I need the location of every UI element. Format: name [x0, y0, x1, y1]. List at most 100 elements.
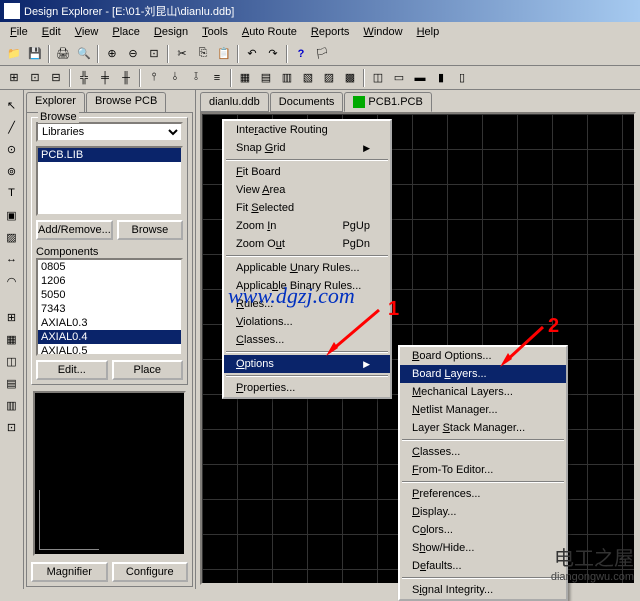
- menu-item[interactable]: From-To Editor...: [400, 461, 566, 479]
- menu-item[interactable]: Classes...: [224, 331, 390, 349]
- tab-pcb1[interactable]: PCB1.PCB: [344, 92, 431, 112]
- tool-icon[interactable]: ▯: [452, 68, 472, 88]
- menu-item[interactable]: Zoom OutPgDn: [224, 235, 390, 253]
- list-item[interactable]: 5050: [38, 288, 181, 302]
- copy-icon[interactable]: ⎘: [193, 44, 213, 64]
- cursor-icon[interactable]: ↖: [3, 96, 21, 114]
- menu-item[interactable]: Properties...: [224, 379, 390, 397]
- tool-icon[interactable]: ⊡: [25, 68, 45, 88]
- browse-button[interactable]: Browse: [117, 220, 183, 240]
- dim-icon[interactable]: ↔: [3, 250, 21, 268]
- tool-icon[interactable]: ▥: [277, 68, 297, 88]
- menu-item[interactable]: Show/Hide...: [400, 539, 566, 557]
- pad-icon[interactable]: ⊙: [3, 140, 21, 158]
- menu-item[interactable]: Fit Board: [224, 163, 390, 181]
- tool-icon[interactable]: ▭: [389, 68, 409, 88]
- menu-item[interactable]: Colors...: [400, 521, 566, 539]
- tab-documents[interactable]: Documents: [270, 92, 344, 112]
- menu-item[interactable]: Display...: [400, 503, 566, 521]
- tool-icon[interactable]: ⫯: [144, 68, 164, 88]
- menu-item[interactable]: Applicable Binary Rules...: [224, 277, 390, 295]
- menu-item[interactable]: Fit Selected: [224, 199, 390, 217]
- menu-auto-route[interactable]: Auto Route: [236, 24, 303, 40]
- menu-item[interactable]: Board Options...: [400, 347, 566, 365]
- menu-file[interactable]: File: [4, 24, 34, 40]
- help-icon[interactable]: ?: [291, 44, 311, 64]
- text-icon[interactable]: T: [3, 184, 21, 202]
- menu-item[interactable]: Rules...: [224, 295, 390, 313]
- edit-button[interactable]: Edit...: [36, 360, 108, 380]
- menu-help[interactable]: Help: [411, 24, 446, 40]
- preview-icon[interactable]: 🔍: [74, 44, 94, 64]
- menu-item[interactable]: Interactive Routing: [224, 121, 390, 139]
- menu-item[interactable]: Preferences...: [400, 485, 566, 503]
- tool-icon[interactable]: ╬: [74, 68, 94, 88]
- net-icon[interactable]: ◫: [3, 352, 21, 370]
- tool-icon[interactable]: ▮: [431, 68, 451, 88]
- menu-item[interactable]: View Area: [224, 181, 390, 199]
- fit-icon[interactable]: ⊡: [144, 44, 164, 64]
- menu-window[interactable]: Window: [357, 24, 408, 40]
- menu-item[interactable]: Violations...: [224, 313, 390, 331]
- rule-icon[interactable]: ▤: [3, 374, 21, 392]
- list-item[interactable]: 0805: [38, 260, 181, 274]
- undo-icon[interactable]: ↶: [242, 44, 262, 64]
- tab-explorer[interactable]: Explorer: [26, 92, 85, 112]
- add-remove-button[interactable]: Add/Remove...: [36, 220, 113, 240]
- magnifier-button[interactable]: Magnifier: [31, 562, 108, 582]
- save-icon[interactable]: 💾: [25, 44, 45, 64]
- tool-icon[interactable]: ▤: [256, 68, 276, 88]
- menu-reports[interactable]: Reports: [305, 24, 356, 40]
- tool-icon[interactable]: ⊞: [4, 68, 24, 88]
- menu-place[interactable]: Place: [106, 24, 146, 40]
- place-button[interactable]: Place: [112, 360, 184, 380]
- menu-view[interactable]: View: [69, 24, 105, 40]
- tool-icon[interactable]: ▧: [298, 68, 318, 88]
- comp-icon[interactable]: ▦: [3, 330, 21, 348]
- menu-item[interactable]: Snap Grid▶: [224, 139, 390, 157]
- tool-icon[interactable]: ▦: [235, 68, 255, 88]
- menu-edit[interactable]: Edit: [36, 24, 67, 40]
- menu-bar[interactable]: FileEditViewPlaceDesignToolsAuto RouteRe…: [0, 22, 640, 42]
- tool-icon[interactable]: ▬: [410, 68, 430, 88]
- flag-icon[interactable]: 🏳: [312, 44, 332, 64]
- menu-item[interactable]: Netlist Manager...: [400, 401, 566, 419]
- tab-browse-pcb[interactable]: Browse PCB: [86, 92, 166, 112]
- list-item[interactable]: PCB.LIB: [38, 148, 181, 162]
- menu-item[interactable]: Options▶: [224, 355, 390, 373]
- layer-icon[interactable]: ▥: [3, 396, 21, 414]
- context-menu-1[interactable]: Interactive RoutingSnap Grid▶Fit BoardVi…: [222, 119, 392, 399]
- zoom-out-icon[interactable]: ⊖: [123, 44, 143, 64]
- list-item[interactable]: 7343: [38, 302, 181, 316]
- menu-item[interactable]: Layer Stack Manager...: [400, 419, 566, 437]
- components-list[interactable]: 0805120650507343AXIAL0.3AXIAL0.4AXIAL0.5…: [36, 258, 183, 356]
- poly-icon[interactable]: ▨: [3, 228, 21, 246]
- tool-icon[interactable]: ◫: [368, 68, 388, 88]
- paste-icon[interactable]: 📋: [214, 44, 234, 64]
- line-icon[interactable]: ╱: [3, 118, 21, 136]
- open-icon[interactable]: 📁: [4, 44, 24, 64]
- redo-icon[interactable]: ↷: [263, 44, 283, 64]
- arc-icon[interactable]: ◠: [3, 272, 21, 290]
- menu-item[interactable]: Classes...: [400, 443, 566, 461]
- print-icon[interactable]: 🖨: [53, 44, 73, 64]
- tool-icon[interactable]: ⫰: [165, 68, 185, 88]
- browse-combo[interactable]: Libraries: [36, 122, 183, 142]
- tool-icon[interactable]: ╪: [95, 68, 115, 88]
- tab-ddb[interactable]: dianlu.ddb: [200, 92, 269, 112]
- zoom-in-icon[interactable]: ⊕: [102, 44, 122, 64]
- configure-button[interactable]: Configure: [112, 562, 189, 582]
- tool-icon[interactable]: ╫: [116, 68, 136, 88]
- misc-icon[interactable]: ⊡: [3, 418, 21, 436]
- list-item[interactable]: AXIAL0.3: [38, 316, 181, 330]
- context-menu-2[interactable]: Board Options...Board Layers...Mechanica…: [398, 345, 568, 601]
- tool-icon[interactable]: ⊟: [46, 68, 66, 88]
- library-list[interactable]: PCB.LIB: [36, 146, 183, 216]
- tool-icon[interactable]: ⫱: [186, 68, 206, 88]
- menu-item[interactable]: Applicable Unary Rules...: [224, 259, 390, 277]
- fill-icon[interactable]: ▣: [3, 206, 21, 224]
- menu-design[interactable]: Design: [148, 24, 194, 40]
- menu-item[interactable]: Mechanical Layers...: [400, 383, 566, 401]
- menu-item[interactable]: Defaults...: [400, 557, 566, 575]
- list-item[interactable]: AXIAL0.4: [38, 330, 181, 344]
